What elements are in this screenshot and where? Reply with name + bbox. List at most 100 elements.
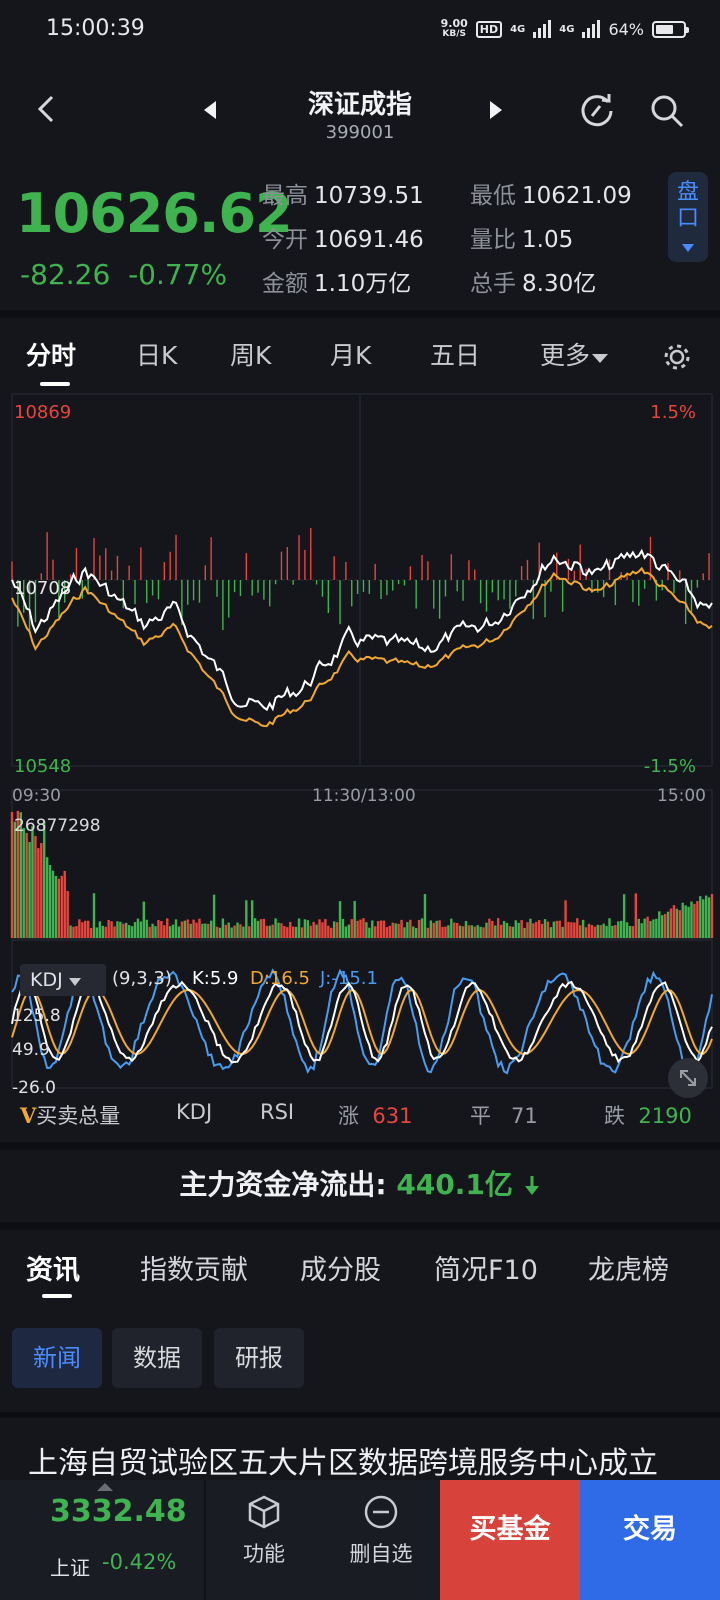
- volume-bar: [611, 925, 614, 938]
- refresh-icon[interactable]: [578, 92, 616, 130]
- volume-bar: [663, 914, 667, 938]
- volume-bar: [382, 920, 386, 938]
- settings-icon[interactable]: [662, 342, 692, 372]
- tab-monthly-k[interactable]: 月K: [330, 336, 371, 372]
- volume-bar: [57, 878, 61, 938]
- bottom-index-ticker[interactable]: 3332.48 上证 -0.42%: [0, 1480, 204, 1600]
- volume-bar: [573, 922, 576, 938]
- tab-five-day[interactable]: 五日: [430, 336, 480, 372]
- volume-bar: [661, 915, 664, 938]
- volume-bar: [414, 927, 418, 938]
- next-stock-icon[interactable]: [488, 100, 504, 120]
- volume-bar: [485, 922, 488, 938]
- volume-bar: [508, 926, 512, 938]
- trade-button[interactable]: 交易: [580, 1480, 720, 1600]
- chip-research[interactable]: 研报: [214, 1328, 304, 1388]
- fullscreen-button[interactable]: [668, 1058, 708, 1098]
- stock-code: 399001: [325, 122, 395, 143]
- volume-grid-frame: [11, 789, 713, 939]
- back-icon[interactable]: [34, 94, 58, 124]
- tab-more[interactable]: 更多: [540, 336, 609, 372]
- volume-bar: [309, 925, 312, 938]
- volume-bar: [321, 922, 324, 938]
- tab-f10[interactable]: 简况F10: [434, 1248, 538, 1287]
- flat-count: 平 71: [470, 1104, 538, 1128]
- minus-circle-icon: [364, 1495, 398, 1529]
- volume-bar: [479, 926, 482, 938]
- status-bar: 15:00:39 9.00 KB/S HD 4G 4G 64%: [0, 0, 720, 64]
- volume-bar: [289, 921, 292, 938]
- volume-bar: [699, 896, 702, 938]
- expand-icon: [680, 1070, 696, 1086]
- tab-constituents[interactable]: 成分股: [300, 1248, 381, 1287]
- time-mid-label: 11:30/13:00: [312, 786, 416, 806]
- volume-bar: [371, 920, 374, 938]
- net-speed: 9.00 KB/S: [440, 17, 468, 39]
- volume-bar: [48, 864, 52, 938]
- indicator-volume[interactable]: V买卖总量: [20, 1100, 120, 1130]
- volume-bar: [467, 925, 471, 938]
- time-start-label: 09:30: [12, 786, 61, 806]
- volume-bar: [45, 857, 49, 938]
- volume-bar: [245, 900, 248, 938]
- chip-news[interactable]: 新闻: [12, 1328, 102, 1388]
- remove-watchlist-label: 删自选: [349, 1542, 413, 1566]
- volume-bar: [324, 919, 327, 938]
- volume-bar: [227, 922, 230, 938]
- volume-bar: [464, 920, 468, 938]
- kdj-mid-label: 49.9: [12, 1040, 50, 1060]
- chip-data[interactable]: 数据: [112, 1328, 202, 1388]
- tab-daily-k[interactable]: 日K: [136, 336, 177, 372]
- caret-down-icon: [682, 244, 694, 252]
- volume-bar: [461, 926, 465, 938]
- volume-bar: [335, 922, 339, 938]
- index-change: -82.26 -0.77%: [20, 258, 228, 291]
- volume-bar: [540, 923, 544, 938]
- divider: [0, 310, 720, 318]
- tab-index-contribution[interactable]: 指数贡献: [140, 1248, 248, 1287]
- volume-bar: [455, 922, 459, 938]
- function-button[interactable]: 功能: [206, 1480, 322, 1600]
- volume-bar: [637, 918, 640, 938]
- buy-fund-button[interactable]: 买基金: [440, 1480, 580, 1600]
- volume-bar: [280, 923, 283, 938]
- remove-watchlist-button[interactable]: 删自选: [322, 1480, 440, 1600]
- volume-bar: [608, 918, 611, 938]
- intraday-chart[interactable]: [0, 392, 720, 1102]
- volume-bar: [338, 901, 342, 938]
- ticker-name: 上证: [50, 1556, 90, 1580]
- volume-bar: [499, 924, 503, 938]
- volume-bar: [297, 918, 301, 938]
- volume-bar: [640, 923, 643, 938]
- news-headline[interactable]: 上海自贸试验区五大片区数据跨境服务中心成立: [28, 1438, 658, 1482]
- volume-bar: [488, 918, 491, 938]
- caret-up-icon: [97, 1483, 113, 1491]
- indicator-rsi[interactable]: RSI: [260, 1100, 294, 1124]
- volume-bar: [347, 924, 351, 938]
- y-axis-top-label: 10869: [14, 402, 72, 423]
- tab-intraday[interactable]: 分时: [26, 336, 76, 372]
- volume-bar: [230, 927, 233, 938]
- volume-bar: [587, 923, 591, 938]
- tab-weekly-k[interactable]: 周K: [230, 336, 271, 372]
- indicator-selector[interactable]: KDJ: [20, 964, 106, 996]
- kdj-k-value: K:5.9: [192, 968, 239, 989]
- tab-dragon-tiger[interactable]: 龙虎榜: [588, 1248, 669, 1287]
- volume-bar: [168, 926, 172, 938]
- search-icon[interactable]: [648, 92, 686, 130]
- volume-bar: [277, 922, 280, 938]
- tab-underline: [40, 382, 70, 386]
- indicator-kdj[interactable]: KDJ: [176, 1100, 212, 1124]
- volume-bar: [420, 918, 424, 938]
- quote-high: 最高 10739.51: [262, 183, 424, 209]
- volume-bar: [646, 916, 649, 938]
- volume-bar: [215, 926, 219, 938]
- volume-bar: [75, 926, 78, 938]
- volume-bar: [110, 921, 113, 938]
- volume-bar: [543, 919, 547, 938]
- arrow-down-icon: [524, 1176, 539, 1195]
- volume-bar: [274, 918, 277, 938]
- tab-news-info[interactable]: 资讯: [26, 1248, 80, 1287]
- volume-bar: [365, 922, 368, 938]
- pankou-button[interactable]: 盘口: [668, 172, 708, 262]
